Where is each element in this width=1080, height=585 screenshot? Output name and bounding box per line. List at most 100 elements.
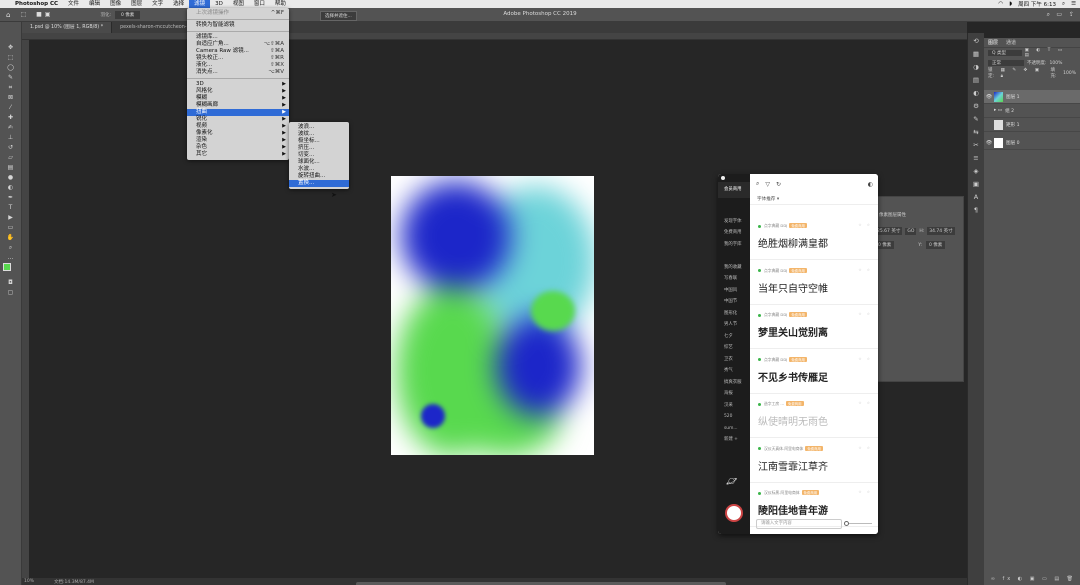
eraser-tool-icon[interactable]: ▱ xyxy=(4,153,18,162)
horizontal-ruler[interactable] xyxy=(22,33,967,40)
distort-menu-item[interactable]: 切变... xyxy=(289,152,349,159)
layer-row[interactable]: 👁︎ 图层 1 xyxy=(984,90,1080,104)
marquee-tool-icon[interactable]: ⬚ xyxy=(4,53,18,62)
share-icon[interactable]: ⇪ xyxy=(1069,11,1074,18)
theme-toggle-icon[interactable]: ◐ xyxy=(868,181,873,188)
layer-name[interactable]: 图层 1 xyxy=(1006,94,1020,100)
layer-name[interactable]: 组 2 xyxy=(1005,108,1014,114)
search-icon[interactable]: ⌕ xyxy=(1062,1,1065,8)
swatches-icon[interactable]: ▦ xyxy=(970,49,982,59)
zoom-tool-icon[interactable]: ⌕ xyxy=(4,243,18,252)
menu-filter[interactable]: 滤镜 xyxy=(189,0,211,8)
search-icon[interactable]: ⌕ xyxy=(1047,11,1050,19)
layer-row[interactable]: 矩形 1 xyxy=(984,118,1080,132)
filter-menu-item[interactable]: 渲染 ▶ xyxy=(187,137,289,144)
filter-menu-item[interactable]: 模糊 ▶ xyxy=(187,95,289,102)
layer-kind-filter[interactable]: Q 类型 xyxy=(988,50,1022,56)
font-category-item[interactable]: 新建 + xyxy=(718,434,750,446)
font-sample-text[interactable]: 不见乡书传雁足 xyxy=(758,369,828,384)
font-sample-text[interactable]: 江南雪霏江草齐 xyxy=(758,458,828,473)
font-category-item[interactable]: 我的字库 xyxy=(718,239,750,251)
width-input[interactable]: 25.67 英寸 xyxy=(875,227,903,235)
tab-channels[interactable]: 通道 xyxy=(1006,39,1016,46)
brushes-icon[interactable]: ✎ xyxy=(970,114,982,124)
paragraph-icon[interactable]: ¶ xyxy=(970,205,982,215)
search-icon[interactable]: ⌕ xyxy=(756,180,759,188)
font-list-item[interactable]: 汉仪天真体-阿里电商体 免费商用 ☆ ☆ 江南雪霏江草齐 xyxy=(750,438,878,483)
font-category-item[interactable]: 520 xyxy=(718,411,750,423)
lock-icons[interactable]: ▦ ✎ ✥ ▣ 🔒︎ xyxy=(1001,68,1048,79)
libraries-icon[interactable]: ▤ xyxy=(970,75,982,85)
size-slider-handle[interactable] xyxy=(844,521,849,526)
volume-icon[interactable]: ◗ xyxy=(1009,1,1012,7)
font-category-item[interactable]: 中国节 xyxy=(718,296,750,308)
font-list-item[interactable]: 点字典藏 DDJ 免费商用 ☆ ☆ 当年只自守空帷 xyxy=(750,260,878,305)
close-dot-icon[interactable] xyxy=(721,176,725,180)
menu-file[interactable]: 文件 xyxy=(63,0,84,8)
screen-mode-icon[interactable]: ▢ xyxy=(4,288,18,297)
filter-menu-item[interactable]: 像素化 ▶ xyxy=(187,130,289,137)
move-tool-icon[interactable]: ✥ xyxy=(4,43,18,52)
favorite-icon[interactable]: ☆ ☆ xyxy=(858,357,872,361)
distort-menu-item[interactable]: 波浪... xyxy=(289,124,349,131)
font-list-item[interactable]: 点字典藏 DDJ 免费商用 ☆ ☆ 梦里关山觉别离 xyxy=(750,304,878,349)
quick-mask-icon[interactable]: ◘ xyxy=(4,278,18,287)
filter-menu-item[interactable]: 视频 ▶ xyxy=(187,123,289,130)
distort-menu-item[interactable]: 置换... xyxy=(289,180,349,187)
history-brush-icon[interactable]: ↺ xyxy=(4,143,18,152)
font-category-item[interactable]: 发现字体 xyxy=(718,216,750,228)
favorite-icon[interactable]: ☆ ☆ xyxy=(858,312,872,316)
clone-source-icon[interactable]: ⇆ xyxy=(970,127,982,137)
avatar[interactable] xyxy=(725,504,743,522)
tab-layers[interactable]: 图层 xyxy=(988,39,998,46)
font-list-item[interactable]: 造字工房 ... 免费商用 ☆ ☆ 纵使晴明无雨色 xyxy=(750,393,878,438)
blend-mode-select[interactable]: 正常 xyxy=(988,60,1024,66)
blur-tool-icon[interactable]: ● xyxy=(4,173,18,182)
color-icon[interactable]: ◑ xyxy=(970,62,982,72)
font-category-item[interactable]: 中国风 xyxy=(718,285,750,297)
favorite-icon[interactable]: ☆ ☆ xyxy=(858,268,872,272)
filter-menu-item[interactable]: 扭曲 ▶ xyxy=(187,109,289,116)
control-center-icon[interactable]: ☰ xyxy=(1071,1,1076,7)
font-category-item[interactable]: 男人节 xyxy=(718,319,750,331)
layer-name[interactable]: 矩形 1 xyxy=(1006,122,1020,128)
filter-menu-item[interactable]: 转换为智能滤镜 xyxy=(187,22,289,29)
layer-name[interactable]: 图层 0 xyxy=(1006,140,1020,146)
filter-menu-item[interactable]: 自适应广角... ⌥⇧⌘A xyxy=(187,41,289,48)
gradient-tool-icon[interactable]: ▤ xyxy=(4,163,18,172)
filter-menu-item[interactable]: Camera Raw 滤镜... ⇧⌘A xyxy=(187,48,289,55)
y-input[interactable]: 0 像素 xyxy=(925,241,946,249)
planet-icon[interactable]: 🪐︎ xyxy=(726,477,737,487)
layer-row[interactable]: 👁︎ 图层 0 xyxy=(984,136,1080,150)
filter-icon[interactable]: ▽ xyxy=(765,181,770,188)
tab-1psd[interactable]: 1.psd @ 10% (图层 1, RGB/8) * xyxy=(22,22,113,33)
font-category-item[interactable]: 图形化 xyxy=(718,308,750,320)
font-sample-text[interactable]: 纵使晴明无雨色 xyxy=(758,413,828,428)
opacity-input[interactable]: 100% xyxy=(1050,61,1063,66)
crop-tool-icon[interactable]: ⌗ xyxy=(4,83,18,92)
menu-help[interactable]: 帮助 xyxy=(270,0,291,8)
font-category-item[interactable]: 免费商用 xyxy=(718,227,750,239)
font-category-item[interactable]: 搞爽衣服 xyxy=(718,377,750,389)
menu-type[interactable]: 文字 xyxy=(147,0,168,8)
favorite-icon[interactable]: ☆ ☆ xyxy=(858,490,872,494)
zoom-level[interactable]: 10% xyxy=(24,579,34,584)
brush-tool-icon[interactable]: ✍ xyxy=(4,123,18,132)
app-menu[interactable]: Photoshop CC xyxy=(10,0,63,8)
healing-tool-icon[interactable]: ✚ xyxy=(4,113,18,122)
filter-menu-item[interactable]: 镜头校正... ⇧⌘R xyxy=(187,55,289,62)
distort-menu-item[interactable]: 旋转扭曲... xyxy=(289,173,349,180)
font-sample-text[interactable]: 当年只自守空帷 xyxy=(758,280,828,295)
stamp-tool-icon[interactable]: ⊥ xyxy=(4,133,18,142)
history-icon[interactable]: ⟲ xyxy=(970,36,982,46)
menu-edit[interactable]: 编辑 xyxy=(84,0,105,8)
font-category-item[interactable]: 七夕 xyxy=(718,331,750,343)
wifi-icon[interactable]: ◠ xyxy=(998,1,1003,7)
layers-footer-icons[interactable]: ∞ fx ◐ ▣ ▭ ▤ 🗑︎ xyxy=(991,576,1076,582)
channels-icon[interactable]: ≡ xyxy=(970,153,982,163)
shape-tool-icon[interactable]: ▭ xyxy=(4,223,18,232)
paths-icon[interactable]: ✂ xyxy=(970,140,982,150)
layer-row[interactable]: ▸ ▭ 组 2 xyxy=(984,104,1080,118)
font-sample-text[interactable]: 绝胜烟柳满皇都 xyxy=(758,235,828,250)
filter-menu-item[interactable]: 3D ▶ xyxy=(187,81,289,88)
